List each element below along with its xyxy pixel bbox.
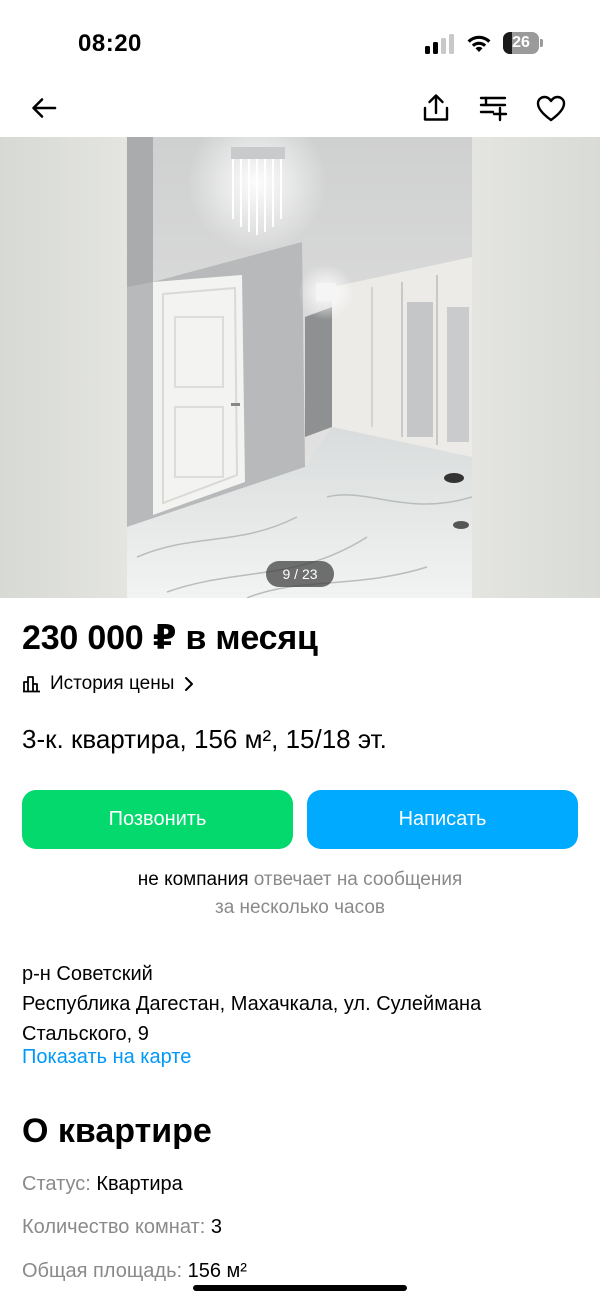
param-value: 156 м² (187, 1260, 247, 1282)
list-add-icon (479, 96, 508, 122)
heart-icon (536, 95, 566, 121)
photo-background-right (472, 137, 600, 598)
battery-level-text: 26 (512, 34, 530, 51)
param-key: Общая площадь: (22, 1260, 183, 1282)
param-key: Количество комнат: (22, 1216, 206, 1238)
write-message-button[interactable]: Написать (307, 790, 578, 849)
price-history-link[interactable]: История цены (22, 670, 194, 698)
chevron-right-icon (185, 677, 194, 691)
share-button[interactable] (416, 88, 456, 128)
reply-time-text-2: за несколько часов (215, 897, 385, 918)
photo-counter: 9 / 23 (266, 561, 334, 587)
cellular-signal-icon (425, 34, 457, 54)
top-navigation-bar (0, 88, 600, 136)
param-key: Статус: (22, 1173, 91, 1195)
photo-gallery[interactable]: 9 / 23 (0, 137, 600, 598)
listing-title: 3-к. квартира, 156 м², 15/18 эт. (22, 724, 387, 754)
favorite-button[interactable] (531, 88, 571, 128)
param-row: Количество комнат: 3 (22, 1216, 222, 1239)
home-indicator[interactable] (193, 1285, 407, 1291)
arrow-left-icon (32, 98, 57, 118)
section-title-about: О квартире (22, 1112, 212, 1150)
battery-icon: 26 (503, 32, 543, 54)
district: р-н Советский (22, 963, 153, 985)
address-line-1: Республика Дагестан, Махачкала, ул. Суле… (22, 993, 482, 1015)
param-row: Статус: Квартира (22, 1173, 183, 1196)
wifi-icon (465, 32, 493, 59)
seller-type: не компания (137, 869, 249, 890)
param-value: Квартира (96, 1173, 183, 1195)
status-time: 08:20 (78, 30, 142, 57)
bar-chart-icon (23, 676, 40, 693)
price: 230 000 ₽ в месяц (22, 619, 318, 657)
call-button[interactable]: Позвонить (22, 790, 293, 849)
price-history-label: История цены (50, 673, 175, 694)
param-value: 3 (210, 1216, 222, 1238)
seller-reply-note: не компания отвечает на сообщения за нес… (0, 866, 600, 922)
add-to-list-button[interactable] (474, 88, 514, 128)
show-on-map-link[interactable]: Показать на карте (22, 1046, 191, 1069)
photo-background-left (0, 137, 127, 598)
back-button[interactable] (24, 88, 64, 128)
address-block: р-н Советский Республика Дагестан, Махач… (22, 959, 582, 1049)
share-icon (423, 94, 449, 121)
apartment-photo (127, 137, 472, 598)
status-bar: 08:20 26 (0, 0, 600, 88)
reply-time-text: отвечает на сообщения (248, 869, 463, 890)
param-row: Общая площадь: 156 м² (22, 1260, 247, 1283)
address-line-2: Стальского, 9 (22, 1023, 149, 1045)
